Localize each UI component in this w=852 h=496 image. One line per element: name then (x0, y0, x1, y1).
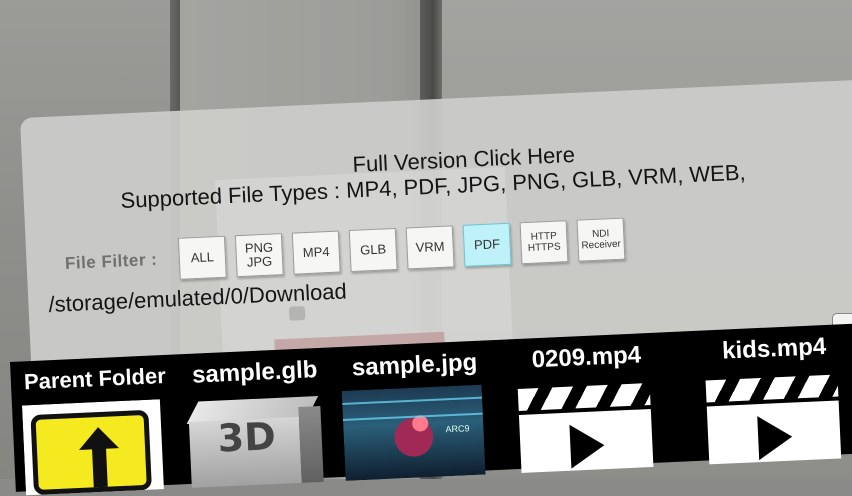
filter-mp4-button[interactable]: MP4 (291, 230, 341, 275)
photo-thumbnail: ARC9 (341, 384, 486, 481)
ghost-icon (288, 306, 306, 321)
3d-cube-icon: 3D (182, 392, 326, 489)
filter-pdf-label: PDF (473, 236, 501, 253)
filter-receiver-label: Receiver (581, 238, 622, 252)
filter-png-jpg-button[interactable]: PNG JPG (234, 233, 284, 278)
filter-jpg-label: JPG (246, 253, 273, 270)
file-tile-sample-jpg[interactable]: sample.jpg ARC9 (334, 340, 500, 481)
filter-ndi-receiver-button[interactable]: NDI Receiver (576, 217, 626, 262)
file-name: kids.mp4 (721, 332, 827, 365)
filter-vrm-button[interactable]: VRM (405, 225, 455, 270)
filter-http-label-group: HTTP HTTPS (527, 230, 561, 254)
filter-pdf-button[interactable]: PDF (462, 222, 512, 267)
filter-glb-label: GLB (359, 241, 387, 258)
neon-line (342, 412, 483, 421)
up-arrow-folder-icon (21, 399, 166, 496)
icon-box (30, 409, 152, 496)
file-tile-parent-folder[interactable]: Parent Folder (14, 355, 180, 496)
cube-side-face (298, 405, 324, 487)
file-filter-label: File Filter : (64, 249, 158, 273)
filter-png-jpg-label: PNG JPG (245, 240, 274, 270)
filter-all-button[interactable]: ALL (177, 235, 227, 280)
filter-ndi-label-group: NDI Receiver (581, 228, 622, 252)
file-tile-0209-mp4[interactable]: 0209.mp4 (505, 332, 671, 474)
file-name: Parent Folder (23, 362, 167, 395)
clapper-stripes (705, 374, 839, 403)
filter-glb-button[interactable]: GLB (348, 227, 398, 273)
filter-vrm-label: VRM (415, 238, 445, 256)
file-name: sample.jpg (351, 348, 478, 382)
filter-ndi-label: NDI (591, 228, 610, 241)
filter-all-label: ALL (190, 249, 215, 266)
play-icon (757, 414, 794, 461)
cube-label: 3D (216, 414, 277, 461)
photo-sign-text: ARC9 (445, 423, 470, 435)
play-icon (569, 423, 606, 469)
up-arrow-stem (91, 446, 108, 488)
file-tile-sample-glb[interactable]: sample.glb 3D (174, 347, 340, 489)
filter-mp4-label: MP4 (302, 243, 330, 261)
filter-http-https-button[interactable]: HTTP HTTPS (519, 220, 569, 265)
clapperboard-icon (513, 377, 657, 474)
filter-https-label: HTTPS (527, 241, 561, 254)
file-name: sample.glb (191, 356, 318, 389)
photo-image: ARC9 (341, 384, 486, 481)
clapperboard-icon (701, 368, 845, 465)
file-tile-kids-mp4[interactable]: kids.mp4 (693, 324, 852, 465)
neon-line (342, 396, 483, 405)
file-name: 0209.mp4 (531, 341, 642, 374)
clapper-stripes (517, 383, 651, 411)
